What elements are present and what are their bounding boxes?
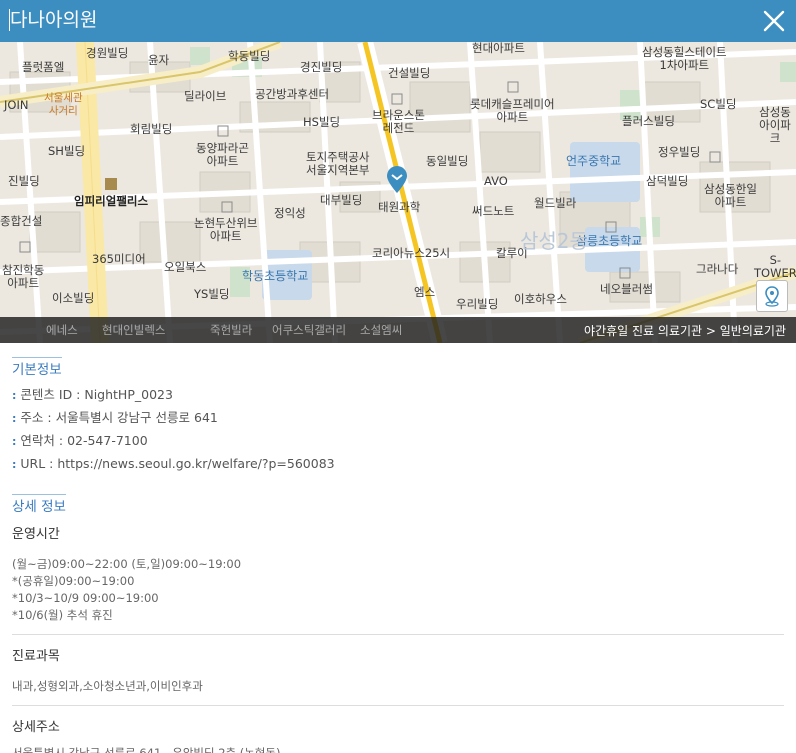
map-label: 우리빌딩 [456, 297, 499, 311]
current-location-icon [765, 286, 779, 307]
url-row: : URL : https://news.seoul.go.kr/welfare/… [12, 456, 335, 471]
map-label: 논현두산위브 아파트 [194, 216, 258, 243]
map-label: 토지주택공사 서울지역본부 [306, 150, 370, 177]
map-label: 어쿠스틱갤러리 [272, 323, 347, 337]
map-label: HS빌딩 [303, 115, 341, 129]
map-label: 엠스 [414, 285, 436, 299]
divider [12, 705, 784, 706]
map-label: 현대인빌렉스 [102, 323, 166, 337]
map-label: 임피리얼팰리스 [74, 194, 149, 208]
map-label: 그라나다 [696, 262, 739, 276]
detail-panel: 기본정보 : 콘텐츠 ID : NightHP_0023 : 주소 : 서울특별시 … [12, 343, 784, 753]
map-label: 윤자 [148, 53, 170, 67]
map-label: 종합건설 [0, 214, 43, 228]
map-label: 오일북스 [164, 260, 207, 274]
map-footer: 에네스 현대인빌렉스 죽헌빌라 어쿠스틱갤러리 소설엠씨 야간휴일 진료 의료기… [0, 317, 796, 343]
map-label: 진빌딩 [8, 174, 40, 188]
map-label: S- TOWER [754, 253, 796, 280]
map-label: 플러스빌딩 [622, 114, 675, 128]
map-label: 네오블러썸 [600, 282, 653, 296]
map-label: 삼덕빌딩 [646, 174, 689, 188]
map-label: 경진빌딩 [300, 60, 343, 74]
bullet-icon: : [12, 435, 17, 448]
map-label: SC빌딩 [700, 97, 737, 111]
map-label: 365미디어 [92, 252, 146, 266]
close-button[interactable] [762, 9, 786, 33]
phone-row: : 연락처 : 02-547-7100 [12, 433, 148, 448]
map-label: 소설엠씨 [360, 323, 403, 337]
map-label: 동양파라곤 아파트 [196, 141, 249, 168]
map-label: 현대아파트 [472, 42, 525, 55]
basic-info-title: 기본정보 [12, 357, 62, 380]
map-label: 공간방과후센터 [255, 87, 330, 101]
hours-line: (월~금)09:00~22:00 (토,일)09:00~19:00 [12, 557, 242, 571]
map-label: 정익성 [274, 206, 306, 220]
location-marker[interactable] [385, 166, 409, 198]
map-label: 학동빌딩 [228, 49, 271, 63]
map-label: 삼성동힐스테이트 1차아파트 [642, 45, 727, 72]
map-label: 브라운스톤 레전드 [372, 108, 425, 135]
close-icon [763, 10, 785, 32]
map-label: AVO [484, 174, 508, 188]
map-label: JOIN [4, 98, 29, 112]
hours-line: *(공휴일)09:00~19:00 [12, 574, 135, 588]
hours-title: 운영시간 [12, 527, 60, 542]
page-title: 다나아의원 [10, 9, 98, 31]
hours-line: *10/6(월) 추석 휴진 [12, 608, 113, 622]
map-label: 코리아뉴스25시 [372, 246, 451, 260]
map-label: 이호하우스 [514, 292, 567, 306]
map-label: 플럿폼엘 [22, 60, 65, 74]
map-label: 참진학동 아파트 [2, 263, 45, 290]
detail-info-title: 상세 정보 [12, 494, 66, 517]
map-label: SH빌딩 [48, 144, 86, 158]
address-detail-title: 상세주소 [12, 720, 60, 735]
map-label: YS빌딩 [194, 287, 230, 301]
hours-text: (월~금)09:00~22:00 (토,일)09:00~19:00 *(공휴일)… [12, 556, 784, 624]
content-id-row: : 콘텐츠 ID : NightHP_0023 [12, 387, 173, 402]
bullet-icon: : [12, 389, 17, 402]
map-label: 대부빌딩 [320, 193, 363, 207]
map-label: 삼성동 아이파크 [759, 105, 791, 145]
hours-line: *10/3~10/9 09:00~19:00 [12, 591, 159, 605]
map-pin-icon [387, 166, 407, 193]
window-header: 다나아의원 [0, 0, 796, 42]
map-label: 롯데캐슬프레미어 아파트 [470, 97, 555, 124]
map-label: 경원빌딩 [86, 46, 129, 60]
map-label: 월드빌라 [534, 196, 577, 210]
divider [12, 634, 784, 635]
current-location-button[interactable] [756, 280, 788, 312]
map-area-label: 삼성2동 [520, 229, 588, 253]
map-label: 죽헌빌라 [210, 323, 253, 337]
map-label: 서울세관 사거리 [44, 92, 83, 117]
map-label: 이소빌딩 [52, 291, 95, 305]
map-label: 태원과학 [378, 200, 421, 214]
map-label: 동일빌딩 [426, 154, 469, 168]
map-label: 회림빌딩 [130, 122, 173, 136]
bullet-icon: : [12, 458, 17, 471]
map-view[interactable]: 경원빌딩 윤자 학동빌딩 현대아파트 삼성동힐스테이트 1차아파트 플럿폼엘 경… [0, 42, 796, 343]
bullet-icon: : [12, 412, 17, 425]
dept-title: 진료과목 [12, 649, 60, 664]
map-label: 딜라이브 [184, 89, 227, 103]
dept-text: 내과,성형외과,소아청소년과,이비인후과 [12, 679, 203, 693]
category-breadcrumb[interactable]: 야간휴일 진료 의료기관 > 일반의료기관 [584, 322, 786, 339]
address-detail-text: 서울특별시 강남구 선릉로 641 , 유암빌딩 2층 (논현동) [12, 746, 281, 753]
map-label: 에네스 [46, 323, 78, 337]
map-label: 삼성동한일 아파트 [704, 182, 757, 209]
map-label: 써드노트 [472, 204, 515, 218]
map-label: 학동초등학교 [242, 269, 309, 283]
map-label: 언주중학교 [566, 154, 622, 168]
address-row: : 주소 : 서울특별시 강남구 선릉로 641 [12, 410, 218, 425]
map-label: 건설빌딩 [388, 66, 431, 80]
map-label: 정우빌딩 [658, 145, 701, 159]
